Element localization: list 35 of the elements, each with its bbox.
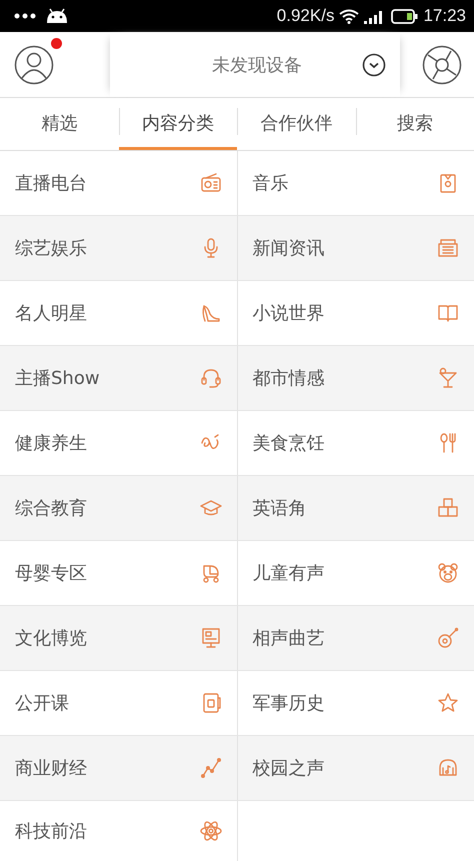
category-item[interactable]: 商业财经 [0,736,238,800]
battery-icon [391,8,418,24]
category-item[interactable]: 儿童有声 [238,541,474,605]
android-icon [45,8,69,24]
category-item[interactable]: 军事历史 [238,671,474,735]
category-item[interactable]: 健康养生 [0,411,238,475]
profile-icon[interactable] [14,44,54,84]
category-item[interactable]: 综艺娱乐 [0,216,238,280]
category-item[interactable]: 公开课 [0,671,238,735]
category-item[interactable]: 英语角 [238,476,474,540]
category-item[interactable]: 音乐 [238,151,474,215]
wifi-icon [339,8,360,24]
category-item[interactable]: 都市情感 [238,346,474,410]
category-item[interactable]: 校园之声 [238,736,474,800]
clock-time: 17:23 [423,6,466,26]
category-item[interactable]: 新闻资讯 [238,216,474,280]
line-chart-icon [198,756,222,780]
category-item[interactable]: 科技前沿 [0,801,238,861]
atom-icon [198,819,222,843]
dots-icon [14,13,38,19]
chevron-down-icon [362,52,386,76]
banjo-icon [436,626,460,650]
disc-icon[interactable] [422,44,462,84]
category-item[interactable]: 名人明星 [0,281,238,345]
network-speed: 0.92K/s [276,6,334,26]
category-item[interactable]: 综合教育 [0,476,238,540]
category-item[interactable]: 文化博览 [0,606,238,670]
device-selector[interactable]: 未发现设备 [110,32,400,97]
category-item[interactable]: 小说世界 [238,281,474,345]
category-item[interactable]: 母婴专区 [0,541,238,605]
category-item[interactable]: 美食烹饪 [238,411,474,475]
category-item[interactable]: 相声曲艺 [238,606,474,670]
category-item[interactable]: 主播Show [0,346,238,410]
category-item[interactable]: 直播电台 [0,151,238,215]
bear-icon [436,561,460,585]
